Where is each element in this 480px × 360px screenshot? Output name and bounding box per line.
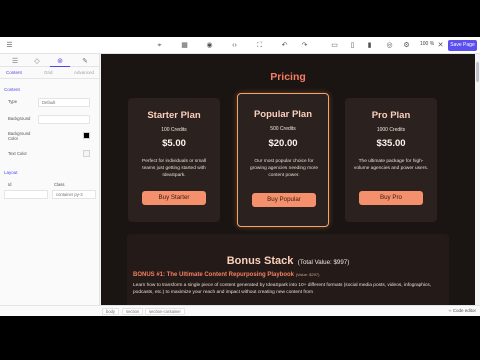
buy-popular-button[interactable]: Buy Popular [252,193,316,207]
text-color-swatch[interactable] [83,150,90,157]
breadcrumb-body[interactable]: body [102,308,120,315]
layout-section-title[interactable]: Layout [4,170,18,175]
redo-icon[interactable]: ↷ [300,41,309,50]
bonus-stack-title: Bonus Stack (Total Value: $997) [127,251,449,269]
bonus1-heading: BONUS #1: The Ultimate Content Repurposi… [133,272,319,278]
breadcrumb-section-container[interactable]: section-container [145,308,185,315]
page-builder-window: ☰ ⌖ ▦ ◉ ‹› ⛶ ↶ ↷ ▭ ▯ ▮ ◎ ⚙ 100 % ✕ Save … [0,37,480,316]
grid-icon[interactable]: ▦ [180,41,189,50]
visibility-icon[interactable]: ◉ [205,41,214,50]
plan-price: $35.00 [376,138,406,149]
class-input[interactable]: container py-3 [52,190,96,199]
tab-grid[interactable]: Grid [44,70,53,75]
pricing-title: Pricing [270,71,306,83]
bonus1-description: Learn how to transform a single piece of… [133,283,432,295]
bonus-stack-section[interactable]: Bonus Stack (Total Value: $997) BONUS #1… [127,234,449,305]
background-select[interactable] [38,115,90,124]
plan-credits: 1000 Credits [376,127,406,133]
bonus1-value: (Value: $297) [295,272,320,277]
close-icon[interactable]: ✕ [436,41,445,50]
plan-description: Perfect for individuals or small teams j… [142,159,206,178]
plan-name: Pro Plan [371,110,411,121]
fullscreen-icon[interactable]: ⛶ [255,41,264,50]
breadcrumb-section[interactable]: section [122,308,144,315]
starter-plan-card[interactable]: Starter Plan 100 Credits $5.00 Perfect f… [128,98,220,222]
settings-icon[interactable]: ⚙ [402,41,411,50]
plan-description: Our most popular choice for growing agen… [250,159,318,178]
buy-pro-button[interactable]: Buy Pro [359,191,423,205]
code-editor-toggle[interactable]: ‹› Code editor [448,308,476,313]
background-label: Background [8,116,31,121]
zoom-level[interactable]: 100 % [420,41,434,47]
code-icon[interactable]: ‹› [230,41,239,50]
popular-plan-card[interactable]: Popular Plan 500 Credits $20.00 Our most… [237,93,329,227]
plan-price: $5.00 [162,138,186,149]
tab-content[interactable]: Content [6,70,22,75]
plan-price: $20.00 [268,138,298,149]
bonus-title-text: Bonus Stack [226,255,294,267]
properties-panel: ☰ ◇ ⊚ ✎ Content Grid Advanced Content Ty… [0,54,100,305]
bonus-total-value: (Total Value: $997) [297,259,350,266]
mobile-icon[interactable]: ▮ [365,41,374,50]
plan-description: The ultimate package for high-volume age… [353,159,429,171]
panel-subtabs: Content Grid Advanced [0,67,99,79]
type-select[interactable]: Default [38,98,90,107]
class-label: Class [54,182,65,187]
tools-icon[interactable]: ✎ [80,57,90,65]
blocks-icon[interactable]: ◇ [32,57,42,65]
panel-tabs: ☰ ◇ ⊚ ✎ [0,54,99,67]
plan-credits: 100 Credits [161,127,187,133]
plan-name: Popular Plan [253,109,313,120]
save-page-button[interactable]: Save Page [448,40,477,51]
plan-credits: 500 Credits [270,126,296,132]
text-color-label: Text Color [8,151,27,156]
top-toolbar: ☰ ⌖ ▦ ◉ ‹› ⛶ ↶ ↷ ▭ ▯ ▮ ◎ ⚙ 100 % ✕ Save … [0,37,480,54]
status-bar: body section section-container ‹› Code e… [0,305,480,316]
page-canvas[interactable]: Pricing Starter Plan 100 Credits $5.00 P… [101,54,475,305]
bonus1-title: BONUS #1: The Ultimate Content Repurposi… [133,272,295,278]
id-input[interactable] [4,190,48,199]
scrollbar-thumb[interactable] [476,62,479,82]
layers-icon[interactable]: ☰ [10,57,20,65]
plan-name: Starter Plan [147,110,201,121]
background-color-label: Background Color [8,131,31,141]
code-editor-label: Code editor [452,308,476,313]
undo-icon[interactable]: ↶ [280,41,289,50]
cursor-icon[interactable]: ⌖ [155,41,164,50]
code-icon: ‹› [448,308,452,313]
eye-icon[interactable]: ◎ [385,41,394,50]
tab-advanced[interactable]: Advanced [74,70,94,75]
background-color-swatch[interactable] [83,132,90,139]
tablet-icon[interactable]: ▯ [348,41,357,50]
buy-starter-button[interactable]: Buy Starter [142,191,206,205]
id-label: Id [8,182,12,187]
canvas-scrollbar[interactable] [475,54,480,305]
style-icon[interactable]: ⊚ [55,57,65,65]
type-label: Type [8,99,18,104]
menu-icon[interactable]: ☰ [5,41,14,50]
pro-plan-card[interactable]: Pro Plan 1000 Credits $35.00 The ultimat… [345,98,437,222]
content-section-title[interactable]: Content [4,87,20,92]
desktop-icon[interactable]: ▭ [330,41,339,50]
